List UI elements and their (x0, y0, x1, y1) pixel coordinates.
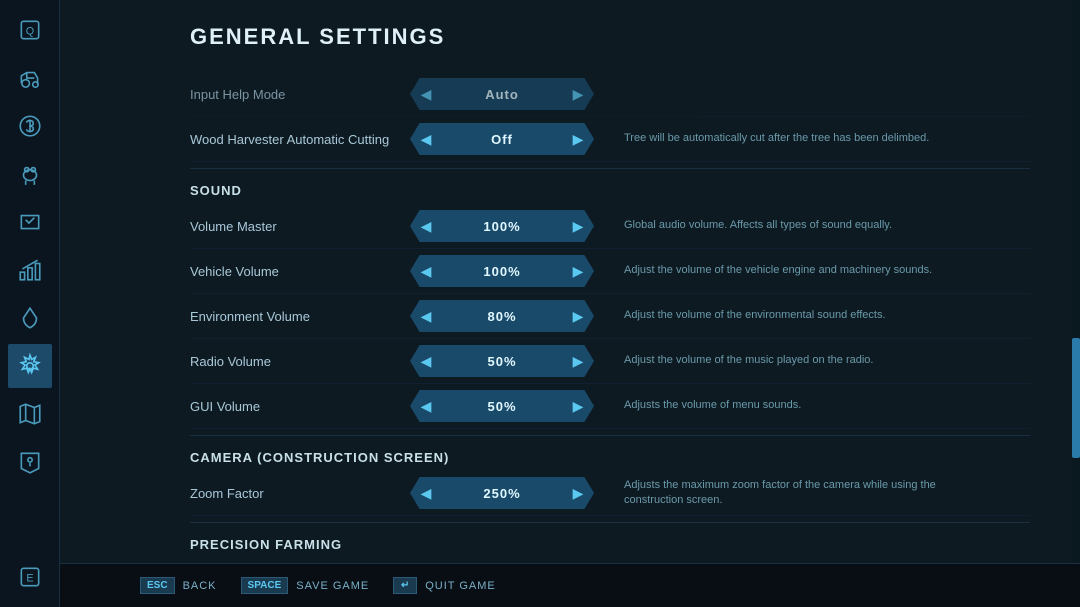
wood-harvester-label: Wood Harvester Automatic Cutting (190, 132, 410, 147)
setting-row-gui-volume: GUI Volume ◀ 50% ▶ Adjusts the volume of… (190, 384, 1030, 429)
volume-master-next-btn[interactable]: ▶ (562, 210, 594, 242)
environment-volume-desc: Adjust the volume of the environmental s… (624, 308, 964, 323)
setting-row-vehicle-volume: Vehicle Volume ◀ 100% ▶ Adjust the volum… (190, 249, 1030, 294)
truncated-setting-control: ◀ Auto ▶ (410, 78, 594, 110)
sidebar-item-settings[interactable] (8, 344, 52, 388)
sidebar: Q (0, 0, 60, 607)
vehicle-volume-control: ◀ 100% ▶ (410, 255, 594, 287)
radio-volume-desc: Adjust the volume of the music played on… (624, 353, 964, 368)
setting-row-wood-harvester: Wood Harvester Automatic Cutting ◀ Off ▶… (190, 117, 1030, 162)
truncated-setting-row: Input Help Mode ◀ Auto ▶ (190, 72, 1030, 117)
back-button[interactable]: ESC BACK (140, 577, 217, 594)
truncated-prev-btn[interactable]: ◀ (410, 78, 442, 110)
radio-volume-prev-btn[interactable]: ◀ (410, 345, 442, 377)
quit-game-button[interactable]: ↵ QUIT GAME (393, 577, 496, 594)
gui-volume-prev-btn[interactable]: ◀ (410, 390, 442, 422)
truncated-setting-label: Input Help Mode (190, 87, 410, 102)
zoom-factor-prev-btn[interactable]: ◀ (410, 477, 442, 509)
gui-volume-next-btn[interactable]: ▶ (562, 390, 594, 422)
wood-harvester-prev-btn[interactable]: ◀ (410, 123, 442, 155)
vehicle-volume-value: 100% (442, 255, 562, 287)
volume-master-value: 100% (442, 210, 562, 242)
truncated-next-btn[interactable]: ▶ (562, 78, 594, 110)
sidebar-item-money[interactable] (8, 104, 52, 148)
sidebar-item-tractor[interactable] (8, 56, 52, 100)
main-area: GENERAL SETTINGS Input Help Mode ◀ Auto … (60, 0, 1080, 607)
environment-volume-next-btn[interactable]: ▶ (562, 300, 594, 332)
quit-game-label: QUIT GAME (425, 580, 496, 592)
radio-volume-value: 50% (442, 345, 562, 377)
page-title: GENERAL SETTINGS (190, 24, 1040, 50)
svg-text:Q: Q (25, 25, 33, 37)
sidebar-item-help[interactable] (8, 440, 52, 484)
environment-volume-prev-btn[interactable]: ◀ (410, 300, 442, 332)
section-header-camera: CAMERA (CONSTRUCTION SCREEN) (190, 435, 1030, 471)
gui-volume-desc: Adjusts the volume of menu sounds. (624, 398, 964, 413)
gui-volume-value: 50% (442, 390, 562, 422)
radio-volume-label: Radio Volume (190, 354, 410, 369)
sidebar-item-map[interactable] (8, 392, 52, 436)
section-header-precision: PRECISION FARMING (190, 522, 1030, 558)
volume-master-prev-btn[interactable]: ◀ (410, 210, 442, 242)
enter-key-badge: ↵ (393, 577, 417, 594)
vehicle-volume-label: Vehicle Volume (190, 264, 410, 279)
truncated-setting-value: Auto (442, 78, 562, 110)
wood-harvester-next-btn[interactable]: ▶ (562, 123, 594, 155)
setting-row-zoom-factor: Zoom Factor ◀ 250% ▶ Adjusts the maximum… (190, 471, 1030, 516)
zoom-factor-next-btn[interactable]: ▶ (562, 477, 594, 509)
radio-volume-next-btn[interactable]: ▶ (562, 345, 594, 377)
save-game-label: SAVE GAME (296, 580, 369, 592)
zoom-factor-desc: Adjusts the maximum zoom factor of the c… (624, 478, 964, 509)
sidebar-item-e[interactable]: E (8, 555, 52, 599)
setting-row-environment-volume: Environment Volume ◀ 80% ▶ Adjust the vo… (190, 294, 1030, 339)
volume-master-label: Volume Master (190, 219, 410, 234)
wood-harvester-desc: Tree will be automatically cut after the… (624, 131, 964, 146)
wood-harvester-control: ◀ Off ▶ (410, 123, 594, 155)
setting-row-help-window: Help Window Always Active ◀ On ▶ Defines… (190, 558, 1030, 563)
scrollbar-track[interactable] (1072, 0, 1080, 563)
space-key-badge: SPACE (241, 577, 289, 594)
volume-master-desc: Global audio volume. Affects all types o… (624, 218, 964, 233)
content-area: GENERAL SETTINGS Input Help Mode ◀ Auto … (60, 0, 1080, 563)
sidebar-item-production[interactable] (8, 248, 52, 292)
svg-text:E: E (26, 572, 33, 584)
bottom-bar: ESC BACK SPACE SAVE GAME ↵ QUIT GAME (60, 563, 1080, 607)
setting-row-radio-volume: Radio Volume ◀ 50% ▶ Adjust the volume o… (190, 339, 1030, 384)
vehicle-volume-prev-btn[interactable]: ◀ (410, 255, 442, 287)
esc-key-badge: ESC (140, 577, 175, 594)
gui-volume-control: ◀ 50% ▶ (410, 390, 594, 422)
settings-list: Input Help Mode ◀ Auto ▶ Wood Harvester … (190, 72, 1040, 563)
environment-volume-value: 80% (442, 300, 562, 332)
zoom-factor-control: ◀ 250% ▶ (410, 477, 594, 509)
back-label: BACK (183, 580, 217, 592)
scrollbar-thumb[interactable] (1072, 338, 1080, 458)
setting-row-volume-master: Volume Master ◀ 100% ▶ Global audio volu… (190, 204, 1030, 249)
environment-volume-label: Environment Volume (190, 309, 410, 324)
environment-volume-control: ◀ 80% ▶ (410, 300, 594, 332)
sidebar-item-q[interactable]: Q (8, 8, 52, 52)
sidebar-item-missions[interactable] (8, 200, 52, 244)
vehicle-volume-next-btn[interactable]: ▶ (562, 255, 594, 287)
zoom-factor-value: 250% (442, 477, 562, 509)
radio-volume-control: ◀ 50% ▶ (410, 345, 594, 377)
section-header-sound: SOUND (190, 168, 1030, 204)
wood-harvester-value: Off (442, 123, 562, 155)
vehicle-volume-desc: Adjust the volume of the vehicle engine … (624, 263, 964, 278)
save-game-button[interactable]: SPACE SAVE GAME (241, 577, 370, 594)
settings-panel: GENERAL SETTINGS Input Help Mode ◀ Auto … (60, 0, 1080, 563)
zoom-factor-label: Zoom Factor (190, 486, 410, 501)
sidebar-item-animals[interactable] (8, 152, 52, 196)
gui-volume-label: GUI Volume (190, 399, 410, 414)
sidebar-item-water[interactable] (8, 296, 52, 340)
volume-master-control: ◀ 100% ▶ (410, 210, 594, 242)
